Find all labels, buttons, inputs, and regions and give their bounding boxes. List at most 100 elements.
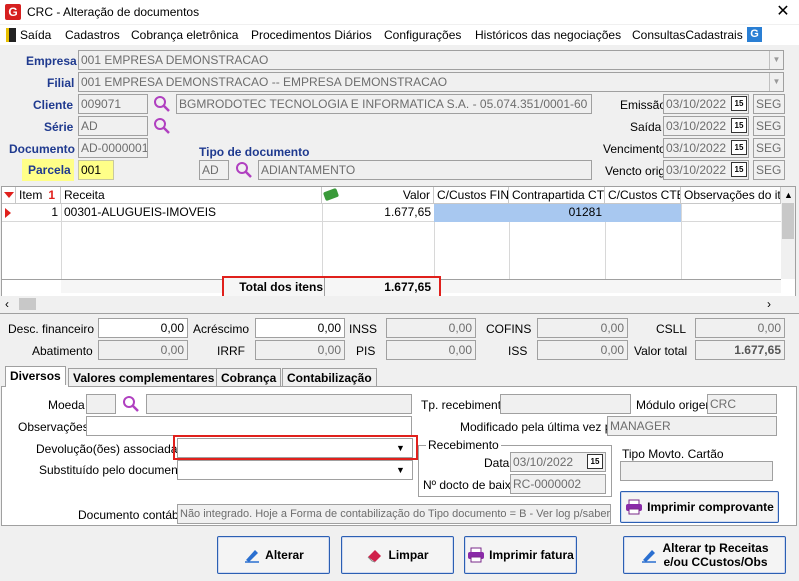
observacoes-label: Observações <box>18 420 89 434</box>
sort-indicator-icon <box>2 187 16 204</box>
filial-label: Filial <box>47 76 75 90</box>
chevron-down-icon[interactable]: ▼ <box>396 465 405 475</box>
observacoes-field[interactable] <box>86 416 412 436</box>
chevron-left-icon[interactable]: ‹ <box>5 297 9 311</box>
col-receita[interactable]: Receita <box>61 187 322 204</box>
scroll-thumb[interactable] <box>782 203 794 239</box>
chevron-right-icon[interactable]: › <box>767 297 771 311</box>
calendar-icon[interactable]: 15 <box>587 454 603 469</box>
help-icon[interactable]: G <box>747 27 762 42</box>
imprimir-comprovante-button[interactable]: Imprimir comprovante <box>620 491 779 523</box>
menu-consultas[interactable]: ConsultasCadastrais <box>632 28 743 42</box>
iss-label: ISS <box>508 344 528 358</box>
search-icon[interactable] <box>153 117 171 135</box>
vencimento-day: SEG <box>753 138 785 158</box>
doc-contabil-field: Não integrado. Hoje a Forma de contabili… <box>177 504 611 524</box>
tab-cobranca[interactable]: Cobrança <box>216 368 282 388</box>
devolucao-select[interactable] <box>177 438 413 458</box>
menu-historicos[interactable]: Históricos das negociações <box>475 28 621 42</box>
cell-receita: 00301-ALUGUEIS-IMOVEIS <box>64 205 217 219</box>
acrescimo-label: Acréscimo <box>193 322 250 336</box>
col-contrapartida[interactable]: Contrapartida CTB <box>509 187 605 204</box>
chevron-up-icon[interactable]: ▲ <box>784 190 793 200</box>
col-item[interactable]: Item 1 <box>16 187 61 204</box>
tab-valores-complementares[interactable]: Valores complementares <box>68 368 220 388</box>
emissao-day: SEG <box>753 94 785 114</box>
cell-valor: 1.677,65 <box>384 205 431 219</box>
col-ccustos-fin[interactable]: C/Custos FIN <box>434 187 509 204</box>
calendar-icon[interactable]: 15 <box>731 140 747 155</box>
pencil-icon <box>245 550 260 563</box>
cliente-name-field: BGMRODOTEC TECNOLOGIA E INFORMATICA S.A.… <box>176 94 592 114</box>
serie-field[interactable]: AD <box>78 116 148 136</box>
calendar-icon[interactable]: 15 <box>731 96 747 111</box>
empresa-field[interactable]: 001 EMPRESA DEMONSTRACAO <box>78 50 784 70</box>
col-observacoes[interactable]: Observações do item <box>681 187 781 204</box>
empresa-label: Empresa <box>26 54 77 68</box>
vertical-scrollbar[interactable]: ▲ <box>781 187 795 279</box>
modulo-origem-field: CRC <box>707 394 777 414</box>
cell-contrapartida: 01281 <box>568 205 602 219</box>
calendar-icon[interactable]: 15 <box>731 118 747 133</box>
search-icon[interactable] <box>235 161 253 179</box>
chevron-down-icon[interactable]: ▼ <box>769 73 783 91</box>
serie-label: Série <box>44 120 74 134</box>
table-row[interactable]: 1 00301-ALUGUEIS-IMOVEIS 1.677,65 01281 <box>2 204 781 222</box>
filial-field[interactable]: 001 EMPRESA DEMONSTRACAO -- EMPRESA DEMO… <box>78 72 784 92</box>
close-icon[interactable]: ✕ <box>770 1 796 23</box>
moeda-code-field[interactable] <box>86 394 116 414</box>
alterar-button[interactable]: Alterar <box>217 536 330 574</box>
cofins-field: 0,00 <box>537 318 628 338</box>
alterar-tp-receitas-button[interactable]: Alterar tp Receitas e/ou CCustos/Obs <box>623 536 786 574</box>
horizontal-scrollbar[interactable]: ‹ › <box>1 296 796 312</box>
alterar-tp-line1: Alterar tp Receitas <box>662 541 769 555</box>
total-itens-box: Total dos itens 1.677,65 <box>222 276 441 298</box>
menu-procedimentos[interactable]: Procedimentos Diários <box>251 28 372 42</box>
moeda-label: Moeda <box>48 398 85 412</box>
imprimir-fatura-button[interactable]: Imprimir fatura <box>464 536 577 574</box>
window-title: CRC - Alteração de documentos <box>27 5 200 19</box>
items-grid[interactable]: Item 1 Receita Valor C/Custos FIN Contrap… <box>1 186 796 298</box>
valor-total-label: Valor total <box>634 344 688 358</box>
search-icon[interactable] <box>153 95 171 113</box>
desc-financeiro-field[interactable]: 0,00 <box>98 318 188 338</box>
col-ccustos-ctb[interactable]: C/Custos CTB <box>605 187 681 204</box>
inss-field: 0,00 <box>386 318 476 338</box>
desc-financeiro-label: Desc. financeiro <box>8 322 95 336</box>
documento-field: AD-0000001 <box>78 138 148 158</box>
cliente-code-field[interactable]: 009071 <box>78 94 148 114</box>
acrescimo-field[interactable]: 0,00 <box>255 318 345 338</box>
total-label: Total dos itens <box>239 280 323 294</box>
tab-contabilizacao[interactable]: Contabilização <box>282 368 377 388</box>
tipo-movto-field <box>620 461 773 481</box>
parcela-field[interactable]: 001 <box>78 160 114 180</box>
menu-saida[interactable]: Saída <box>20 28 51 42</box>
exit-icon[interactable] <box>6 28 16 42</box>
vencto-orig-label: Vencto orig <box>605 164 666 178</box>
valor-total-field: 1.677,65 <box>695 340 785 360</box>
printer-icon <box>626 499 643 515</box>
csll-field: 0,00 <box>695 318 785 338</box>
substituido-label: Substituído pelo documento <box>39 463 188 477</box>
csll-label: CSLL <box>656 322 687 336</box>
search-icon[interactable] <box>122 395 140 413</box>
data-label: Data <box>484 456 510 470</box>
col-valor[interactable]: Valor <box>322 187 434 204</box>
docto-baixa-label: Nº docto de baixa <box>423 478 518 492</box>
pis-label: PIS <box>356 344 376 358</box>
title-bar: G CRC - Alteração de documentos ✕ <box>0 0 799 24</box>
chevron-down-icon[interactable]: ▼ <box>769 51 783 69</box>
calendar-icon[interactable]: 15 <box>731 162 747 177</box>
chevron-down-icon[interactable]: ▼ <box>396 443 405 453</box>
menu-cobranca[interactable]: Cobrança eletrônica <box>131 28 238 42</box>
menu-configuracoes[interactable]: Configurações <box>384 28 461 42</box>
substituido-select[interactable] <box>177 460 413 480</box>
modulo-origem-label: Módulo origem <box>636 398 716 412</box>
scroll-thumb[interactable] <box>19 298 36 310</box>
saida-day: SEG <box>753 116 785 136</box>
tipo-doc-name: ADIANTAMENTO <box>258 160 592 180</box>
tipo-movto-label: Tipo Movto. Cartão <box>622 447 724 461</box>
irrf-field: 0,00 <box>255 340 345 360</box>
menu-cadastros[interactable]: Cadastros <box>65 28 120 42</box>
limpar-button[interactable]: Limpar <box>341 536 454 574</box>
